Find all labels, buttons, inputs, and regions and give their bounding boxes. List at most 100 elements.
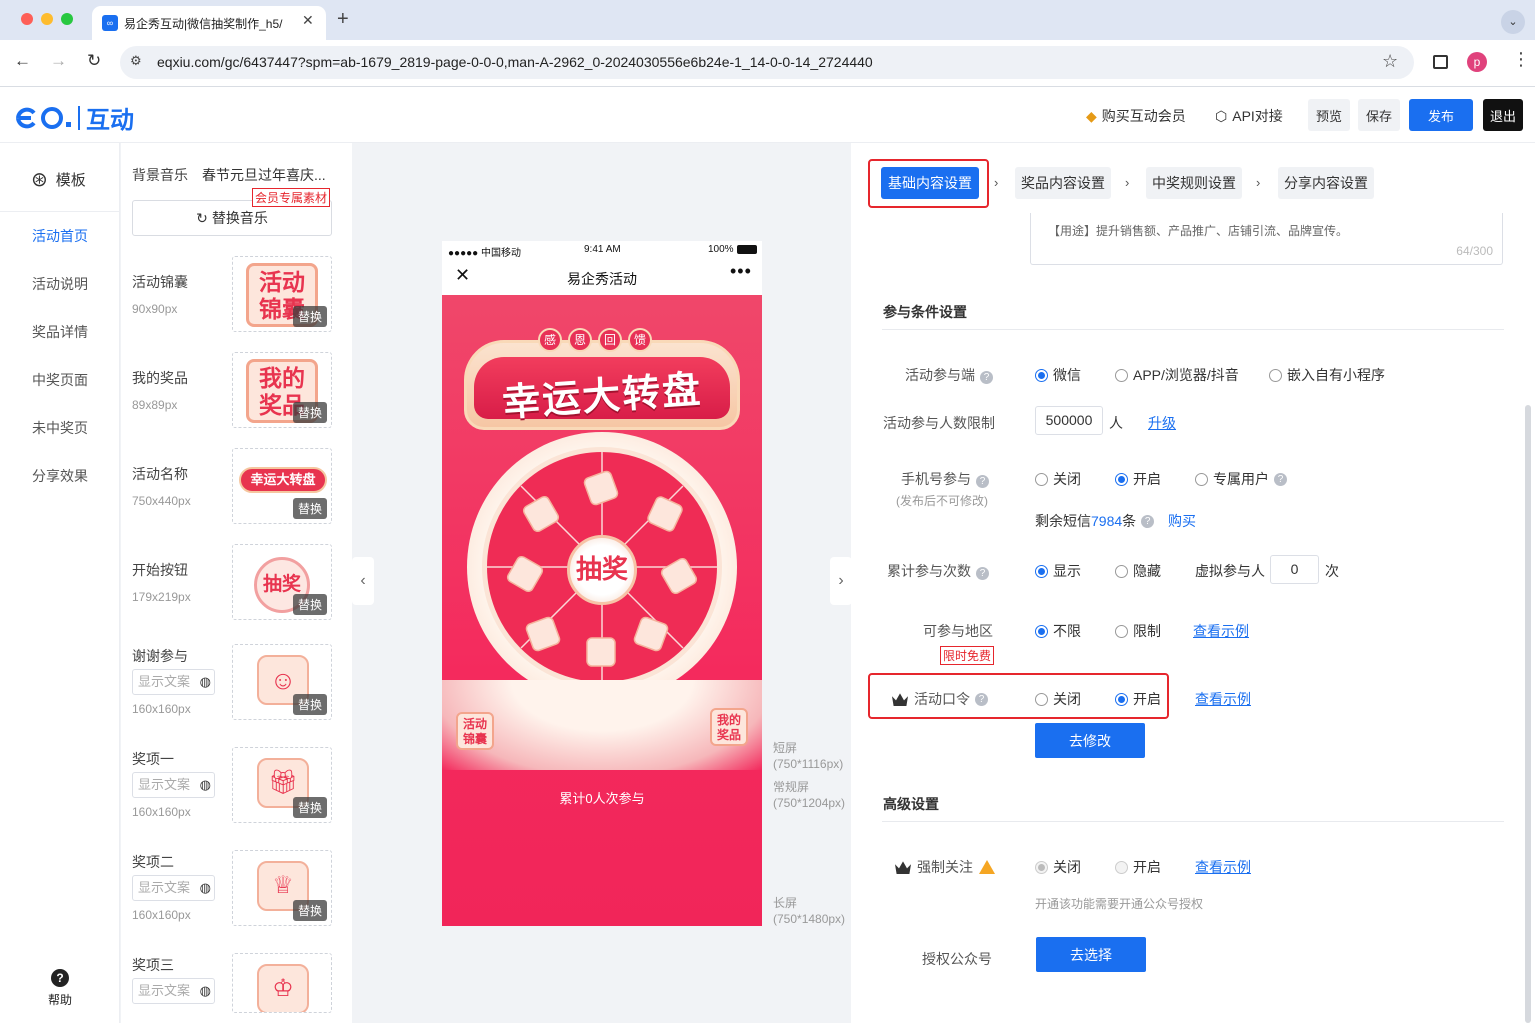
radio-count-show[interactable]: 显示 (1035, 561, 1081, 581)
tab-close-icon[interactable]: ✕ (302, 12, 314, 29)
asset-thumb-tips[interactable]: 活动 锦囊 替换 (232, 256, 332, 332)
step-prize[interactable]: 奖品内容设置 (1015, 167, 1111, 199)
radio-password-off[interactable]: 关闭 (1035, 689, 1081, 709)
vip-link[interactable]: ◆ 购买互动会员 (1086, 106, 1186, 126)
preview-button[interactable]: 预览 (1308, 99, 1350, 131)
asset-thumb-prize-1[interactable]: 🎁︎ 替换 (232, 747, 332, 823)
view-example-follow[interactable]: 查看示例 (1195, 857, 1251, 877)
publish-button[interactable]: 发布 (1409, 99, 1473, 131)
api-link[interactable]: ⬡ API对接 (1215, 106, 1283, 126)
forward-icon[interactable]: → (50, 51, 67, 71)
nav-item-description[interactable]: 活动说明 (0, 260, 120, 308)
view-example-region[interactable]: 查看示例 (1193, 621, 1249, 641)
step-share[interactable]: 分享内容设置 (1278, 167, 1374, 199)
modify-password-button[interactable]: 去修改 (1035, 723, 1145, 758)
vip-diamond-icon: ◆ (1086, 107, 1097, 124)
step-basic[interactable]: 基础内容设置 (881, 167, 979, 199)
collapse-right-arrow[interactable]: › (830, 557, 852, 605)
nav-item-win-page[interactable]: 中奖页面 (0, 356, 120, 404)
profile-avatar[interactable]: p (1467, 52, 1487, 72)
nav-item-home[interactable]: 活动首页 (0, 212, 120, 260)
view-example-password[interactable]: 查看示例 (1195, 689, 1251, 709)
minimize-window-icon[interactable] (41, 13, 53, 25)
replace-button[interactable]: 替换 (292, 900, 327, 921)
save-button[interactable]: 保存 (1358, 99, 1400, 131)
show-text-input[interactable]: 显示文案 ◍ (132, 978, 215, 1004)
reload-icon[interactable]: ↻ (87, 51, 101, 71)
radio-count-hide[interactable]: 隐藏 (1115, 561, 1161, 581)
replace-button[interactable]: 替换 (292, 306, 327, 327)
asset-thumb-thanks[interactable]: ☺ 替换 (232, 644, 332, 720)
show-text-input[interactable]: 显示文案 ◍ (132, 772, 215, 798)
api-label: API对接 (1232, 108, 1283, 124)
nav-item-share[interactable]: 分享效果 (0, 452, 120, 500)
help-icon[interactable]: ? (976, 475, 989, 488)
url-text[interactable]: eqxiu.com/gc/6437447?spm=ab-1679_2819-pa… (157, 54, 873, 70)
choose-account-button[interactable]: 去选择 (1036, 937, 1146, 972)
virtual-input[interactable]: 0 (1270, 555, 1319, 584)
tab-list-icon[interactable]: ⌄ (1501, 10, 1525, 34)
palette-icon[interactable]: ◍ (200, 979, 211, 1003)
collapse-left-arrow[interactable]: ‹ (352, 557, 374, 605)
count-label-text: 累计参与次数 (887, 563, 971, 579)
maximize-window-icon[interactable] (61, 13, 73, 25)
site-info-icon[interactable]: ⚙ (130, 53, 142, 69)
phone-more-icon[interactable]: ••• (730, 261, 752, 282)
step-rules[interactable]: 中奖规则设置 (1146, 167, 1242, 199)
show-text-input[interactable]: 显示文案 ◍ (132, 875, 215, 901)
palette-icon[interactable]: ◍ (200, 773, 211, 797)
help-icon[interactable]: ? (1274, 472, 1287, 486)
prize-badge[interactable]: 我的 奖品 (710, 708, 748, 746)
scrollbar[interactable] (1525, 405, 1531, 1023)
nav-item-prize-details[interactable]: 奖品详情 (0, 308, 120, 356)
nav-item-lose-page[interactable]: 未中奖页 (0, 404, 120, 452)
radio-region-unlimited[interactable]: 不限 (1035, 621, 1081, 641)
sidebar-toggle-icon[interactable] (1433, 55, 1448, 69)
buy-sms-link[interactable]: 购买 (1168, 511, 1196, 531)
radio-region-limit[interactable]: 限制 (1115, 621, 1161, 641)
template-wheel-icon: ⊛ (31, 169, 48, 191)
exit-button[interactable]: 退出 (1483, 99, 1523, 131)
replace-button[interactable]: 替换 (292, 797, 327, 818)
replace-button[interactable]: 替换 (292, 498, 327, 519)
asset-thumb-my-prize[interactable]: 我的 奖品 替换 (232, 352, 332, 428)
asset-size: 89x89px (132, 398, 178, 412)
show-text-input[interactable]: 显示文案 ◍ (132, 669, 215, 695)
logo[interactable]: 互动 (14, 100, 134, 135)
template-tab[interactable]: ⊛ 模板 (31, 167, 86, 192)
radio-phone-off[interactable]: 关闭 (1035, 469, 1081, 489)
address-bar[interactable]: ⚙ eqxiu.com/gc/6437447?spm=ab-1679_2819-… (120, 46, 1414, 79)
tips-badge[interactable]: 活动 锦囊 (456, 712, 494, 750)
radio-password-on[interactable]: 开启 (1115, 689, 1161, 709)
close-window-icon[interactable] (21, 13, 33, 25)
replace-button[interactable]: 替换 (292, 402, 327, 423)
replace-button[interactable]: 替换 (292, 594, 327, 615)
radio-app[interactable]: APP/浏览器/抖音 (1115, 365, 1239, 385)
description-textarea[interactable]: 【用途】提升销售额、产品推广、店铺引流、品牌宣传。 64/300 (1030, 213, 1503, 265)
help-icon[interactable]: ? (976, 567, 989, 580)
browser-menu-icon[interactable]: ⋮ (1512, 49, 1530, 70)
upgrade-link[interactable]: 升级 (1148, 413, 1176, 433)
radio-phone-on[interactable]: 开启 (1115, 469, 1161, 489)
help-icon[interactable]: ? (980, 371, 993, 384)
help-icon[interactable]: ? (975, 692, 988, 706)
browser-tab[interactable]: ∞ 易企秀互动|微信抽奖制作_h5/ ✕ (92, 6, 326, 40)
replace-button[interactable]: 替换 (292, 694, 327, 715)
asset-thumb-start[interactable]: 抽奖 替换 (232, 544, 332, 620)
help-button[interactable]: ? 帮助 (40, 969, 80, 1008)
palette-icon[interactable]: ◍ (200, 876, 211, 900)
radio-phone-exclusive[interactable]: 专属用户? (1195, 469, 1287, 489)
palette-icon[interactable]: ◍ (200, 670, 211, 694)
limit-input[interactable]: 500000 (1035, 406, 1103, 435)
back-icon[interactable]: ← (14, 51, 31, 71)
asset-thumb-title[interactable]: 幸运大转盘 替换 (232, 448, 332, 524)
asset-thumb-prize-2[interactable]: ♕ 替换 (232, 850, 332, 926)
help-icon[interactable]: ? (1141, 514, 1155, 528)
draw-button[interactable]: 抽奖 (567, 535, 637, 605)
new-tab-button[interactable]: + (337, 8, 349, 31)
radio-wechat[interactable]: 微信 (1035, 365, 1081, 385)
phone-preview[interactable]: ●●●●● 中国移动 9:41 AM 100% ✕ 易企秀活动 ••• 感 恩 … (442, 241, 762, 926)
asset-thumb-prize-3[interactable]: ♔ (232, 953, 332, 1013)
bookmark-star-icon[interactable]: ☆ (1382, 51, 1398, 72)
radio-miniprogram[interactable]: 嵌入自有小程序 (1269, 365, 1385, 385)
